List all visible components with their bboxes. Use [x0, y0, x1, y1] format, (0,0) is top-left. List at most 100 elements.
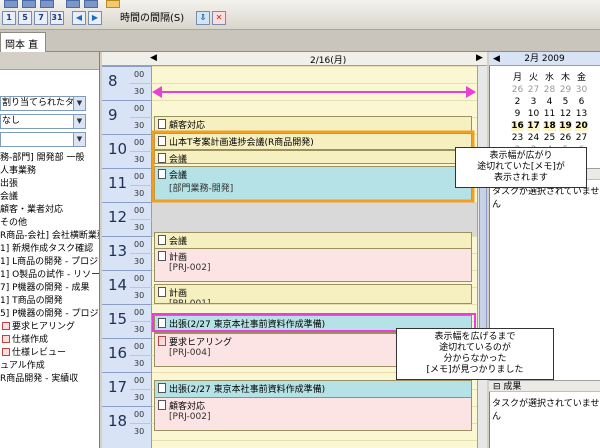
time-column: 8 00 30 9 00 30 10 00 30 11 00 30 12 00 30 13 00 30 14 00 30… [102, 66, 152, 448]
minute-label: 00 [134, 138, 145, 147]
tree-item[interactable]: 1] L商品の開発 - プロジェ [0, 256, 99, 269]
clock-icon[interactable] [106, 0, 120, 8]
tree-item-label: その他 [0, 218, 28, 228]
tree-item[interactable]: 1] 新規作成タスク確認 [0, 243, 99, 256]
filter-select-2[interactable]: ▼ [0, 132, 86, 147]
week-view-button[interactable]: 7 [34, 11, 48, 25]
half-hour-divider [130, 219, 152, 220]
tree-item[interactable]: 要求ヒアリング [0, 321, 99, 334]
minute-label: 30 [134, 189, 145, 198]
date-label: 2/16(月) [310, 56, 347, 66]
tree-item[interactable]: 仕様作成 [0, 334, 99, 347]
calendar-day[interactable]: 27 [527, 85, 540, 95]
month-view-button[interactable]: 31 [50, 11, 64, 25]
tree-item[interactable]: 7] P機器の開発 - 成果 [0, 282, 99, 295]
calendar-day[interactable]: 26 [559, 133, 572, 143]
calendar-day[interactable]: 27 [575, 133, 588, 143]
results-section-header[interactable]: ⊟ 成果 [489, 380, 600, 392]
calendar-day[interactable]: 28 [543, 85, 556, 95]
calendar-day[interactable]: 19 [559, 121, 572, 131]
sync-icon[interactable]: ⇩ [196, 11, 210, 25]
calendar-day[interactable]: 25 [543, 133, 556, 143]
day-view-button[interactable]: 1 [2, 11, 16, 25]
minute-label: 00 [134, 104, 145, 113]
calendar-day[interactable]: 3 [527, 97, 540, 107]
hour-divider [102, 236, 152, 237]
half-hour-divider [130, 321, 152, 322]
calendar-day[interactable]: 30 [575, 85, 588, 95]
filter-value: なし [2, 116, 21, 126]
task-icon [2, 322, 10, 330]
hour-divider [102, 372, 152, 373]
calendar-day[interactable]: 12 [559, 109, 572, 119]
calendar-day[interactable]: 17 [527, 121, 540, 131]
workweek-view-button[interactable]: 5 [18, 11, 32, 25]
next-icon[interactable]: ▶ [88, 11, 102, 25]
tree-item[interactable]: 務-部門] 開発部 一般 [0, 152, 99, 165]
task-tree: 務-部門] 開発部 一般 人事業務 出張 会議 顧客・業者対応 その他 R商品-会社] 会社… [0, 152, 100, 386]
minute-label: 30 [134, 121, 145, 130]
calendar-day[interactable]: 9 [511, 109, 524, 119]
vertical-scrollbar[interactable] [477, 66, 487, 448]
tree-item[interactable]: R商品開発 - 実績収 [0, 373, 99, 386]
minute-label: 00 [134, 342, 145, 351]
hour-label: 8 [108, 72, 118, 90]
delete-icon[interactable] [84, 0, 98, 8]
chevron-down-icon: ▼ [73, 133, 85, 146]
tree-item-label: 7] P機器の開発 - 成果 [0, 283, 90, 293]
calendar-day[interactable]: 26 [511, 85, 524, 95]
tab-user[interactable]: 岡本 直哉 [0, 32, 46, 66]
collapse-icon[interactable]: ⊟ [493, 382, 503, 392]
tree-item[interactable]: 出張 [0, 178, 99, 191]
close-icon[interactable]: ✕ [212, 11, 226, 25]
calendar-day[interactable]: 29 [559, 85, 572, 95]
calendar-day[interactable]: 18 [543, 121, 556, 131]
copy-icon[interactable] [66, 0, 80, 8]
tree-item-label: 仕様作成 [12, 335, 49, 345]
tree-item-label: 1] 新規作成タスク確認 [0, 244, 94, 254]
hour-label: 16 [108, 344, 128, 362]
calendar-day[interactable]: 11 [543, 109, 556, 119]
next-day-icon[interactable]: ▶ [476, 53, 483, 63]
tree-item-label: 顧客・業者対応 [0, 205, 64, 215]
minute-label: 00 [134, 70, 145, 79]
tree-item[interactable]: 1] T商品の開発 [0, 295, 99, 308]
calendar-day[interactable]: 5 [559, 97, 572, 107]
tree-item[interactable]: ュアル作成 [0, 360, 99, 373]
tree-item[interactable]: 1] O製品の試作 - リソー [0, 269, 99, 282]
half-hour-divider [130, 253, 152, 254]
calendar-day[interactable]: 2 [511, 97, 524, 107]
calendar-day[interactable]: 23 [511, 133, 524, 143]
minute-label: 30 [134, 155, 145, 164]
callout-2-line: 表示幅を広げるまで [434, 332, 516, 342]
interval-menu[interactable]: 時間の間隔(S) [116, 11, 188, 27]
assigned-task-select[interactable]: 割り当てられたタス ▼ [0, 96, 86, 111]
tree-item[interactable]: 会議 [0, 191, 99, 204]
prev-icon[interactable]: ◀ [72, 11, 86, 25]
calendar-day[interactable]: 6 [575, 97, 588, 107]
task-status-2: タスクが選択されていません [492, 399, 600, 422]
edit-icon[interactable] [40, 0, 54, 8]
new-icon[interactable] [4, 0, 18, 8]
prev-month-icon[interactable]: ◀ [493, 52, 500, 66]
tree-item[interactable]: その他 [0, 217, 99, 230]
tree-item-label: R商品-会社] 会社横断業務 [0, 231, 100, 241]
callout-1-line: 表示されます [493, 173, 548, 183]
save-icon[interactable] [22, 0, 36, 8]
tree-item[interactable]: R商品-会社] 会社横断業務 [0, 230, 100, 243]
calendar-day[interactable]: 24 [527, 133, 540, 143]
tree-item[interactable]: 仕様レビュー [0, 347, 99, 360]
calendar-day[interactable]: 13 [575, 109, 588, 119]
tree-item[interactable]: 5] P機器の開発 - プロジ [0, 308, 99, 321]
tree-item[interactable]: 顧客・業者対応 [0, 204, 99, 217]
tree-item[interactable]: 人事業務 [0, 165, 99, 178]
hour-divider [102, 270, 152, 271]
prev-day-icon[interactable]: ◀ [150, 53, 157, 63]
calendar-day[interactable]: 20 [575, 121, 588, 131]
arrow-right-head [466, 86, 476, 98]
calendar-day[interactable]: 4 [543, 97, 556, 107]
tree-item-label: 仕様レビュー [12, 348, 67, 358]
calendar-day[interactable]: 10 [527, 109, 540, 119]
calendar-day[interactable]: 16 [511, 121, 524, 131]
filter-select[interactable]: なし ▼ [0, 114, 86, 129]
